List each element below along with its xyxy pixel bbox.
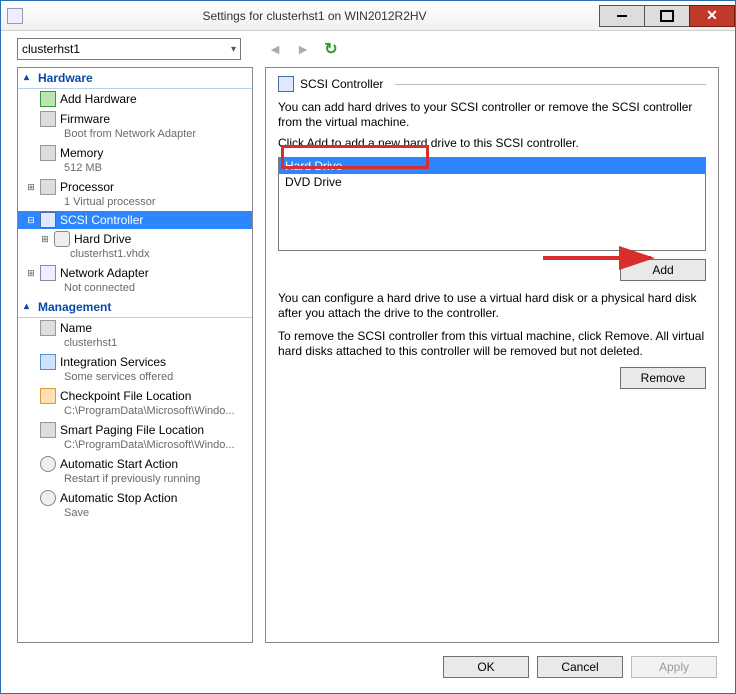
tree-network-adapter[interactable]: ⊞Network Adapter Not connected	[18, 263, 252, 297]
tree-sub: 1 Virtual processor	[26, 195, 250, 209]
collapse-icon: ▴	[24, 301, 29, 312]
pane-help-text: You can configure a hard drive to use a …	[278, 291, 706, 321]
list-item-hard-drive[interactable]: Hard Drive	[279, 158, 705, 174]
expand-icon[interactable]: ⊞	[26, 268, 36, 279]
remove-button[interactable]: Remove	[620, 367, 706, 389]
pane-title: SCSI Controller	[300, 77, 383, 91]
tree-sub: clusterhst1.vhdx	[40, 247, 250, 261]
tree-name[interactable]: Name clusterhst1	[18, 318, 252, 352]
add-button[interactable]: Add	[620, 259, 706, 281]
tree-smart-paging-location[interactable]: Smart Paging File Location C:\ProgramDat…	[18, 420, 252, 454]
section-management-label: Management	[38, 300, 111, 314]
header-divider	[395, 84, 706, 85]
drive-type-list[interactable]: Hard Drive DVD Drive	[278, 157, 706, 251]
refresh-button[interactable]: ↻	[321, 39, 341, 59]
close-button[interactable]: ✕	[689, 5, 735, 27]
pane-description: You can add hard drives to your SCSI con…	[278, 100, 706, 130]
name-icon	[40, 320, 56, 336]
scsi-controller-icon	[278, 76, 294, 92]
vm-selector-combo[interactable]: clusterhst1 ▾	[17, 38, 241, 60]
tree-sub: Restart if previously running	[26, 472, 250, 486]
vm-selector-value: clusterhst1	[22, 42, 80, 56]
nav-back-button[interactable]: ◄	[265, 39, 285, 59]
tree-sub: C:\ProgramData\Microsoft\Windo...	[26, 438, 250, 452]
window-controls: ✕	[600, 5, 735, 27]
tree-checkpoint-location[interactable]: Checkpoint File Location C:\ProgramData\…	[18, 386, 252, 420]
cancel-button[interactable]: Cancel	[537, 656, 623, 678]
section-hardware[interactable]: ▴ Hardware	[18, 68, 252, 89]
tree-sub: C:\ProgramData\Microsoft\Windo...	[26, 404, 250, 418]
collapse-icon[interactable]: ⊟	[26, 215, 36, 226]
tree-integration-services[interactable]: Integration Services Some services offer…	[18, 352, 252, 386]
tree-memory[interactable]: Memory 512 MB	[18, 143, 252, 177]
tree-sub: 512 MB	[26, 161, 250, 175]
hard-drive-icon	[54, 231, 70, 247]
tree-firmware[interactable]: Firmware Boot from Network Adapter	[18, 109, 252, 143]
chevron-down-icon: ▾	[231, 44, 236, 55]
tree-sub: Boot from Network Adapter	[26, 127, 250, 141]
tree-scsi-controller[interactable]: ⊟SCSI Controller	[18, 211, 252, 229]
titlebar: Settings for clusterhst1 on WIN2012R2HV …	[1, 1, 735, 31]
pane-remove-text: To remove the SCSI controller from this …	[278, 329, 706, 359]
auto-start-icon	[40, 456, 56, 472]
expand-icon[interactable]: ⊞	[26, 182, 36, 193]
processor-icon	[40, 179, 56, 195]
content-area: ▴ Hardware Add Hardware Firmware Boot fr…	[1, 67, 735, 651]
details-pane: SCSI Controller You can add hard drives …	[265, 67, 719, 643]
apply-button[interactable]: Apply	[631, 656, 717, 678]
tree-auto-stop[interactable]: Automatic Stop Action Save	[18, 488, 252, 522]
section-hardware-label: Hardware	[38, 71, 93, 85]
tree-sub: Save	[26, 506, 250, 520]
tree-sub: Some services offered	[26, 370, 250, 384]
scsi-controller-icon	[40, 212, 56, 228]
tree-sub: clusterhst1	[26, 336, 250, 350]
tree-auto-start[interactable]: Automatic Start Action Restart if previo…	[18, 454, 252, 488]
smart-paging-icon	[40, 422, 56, 438]
add-hardware-icon	[40, 91, 56, 107]
section-management[interactable]: ▴ Management	[18, 297, 252, 318]
checkpoint-icon	[40, 388, 56, 404]
collapse-icon: ▴	[24, 72, 29, 83]
tree-processor[interactable]: ⊞Processor 1 Virtual processor	[18, 177, 252, 211]
auto-stop-icon	[40, 490, 56, 506]
tree-sub: Not connected	[26, 281, 250, 295]
app-icon	[7, 8, 23, 24]
toolbar: clusterhst1 ▾ ◄ ► ↻	[1, 31, 735, 67]
maximize-button[interactable]	[644, 5, 690, 27]
nav-forward-button[interactable]: ►	[293, 39, 313, 59]
list-item-dvd-drive[interactable]: DVD Drive	[279, 174, 705, 190]
pane-header: SCSI Controller	[278, 76, 706, 92]
memory-icon	[40, 145, 56, 161]
firmware-icon	[40, 111, 56, 127]
integration-services-icon	[40, 354, 56, 370]
settings-tree: ▴ Hardware Add Hardware Firmware Boot fr…	[17, 67, 253, 643]
ok-button[interactable]: OK	[443, 656, 529, 678]
pane-instruction: Click Add to add a new hard drive to thi…	[278, 136, 706, 151]
dialog-buttons: OK Cancel Apply	[1, 651, 735, 693]
expand-icon[interactable]: ⊞	[40, 234, 50, 245]
tree-hard-drive[interactable]: ⊞Hard Drive clusterhst1.vhdx	[18, 229, 252, 263]
tree-add-hardware[interactable]: Add Hardware	[18, 89, 252, 109]
window-title: Settings for clusterhst1 on WIN2012R2HV	[29, 9, 600, 23]
network-adapter-icon	[40, 265, 56, 281]
minimize-button[interactable]	[599, 5, 645, 27]
settings-window: Settings for clusterhst1 on WIN2012R2HV …	[0, 0, 736, 694]
